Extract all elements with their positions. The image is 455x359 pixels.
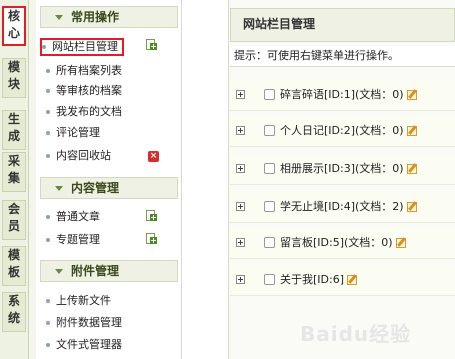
section-header-common[interactable]: 常用操作: [40, 6, 178, 28]
tab-members[interactable]: 会员: [2, 200, 26, 240]
menu-item-articles[interactable]: 普通文章: [46, 208, 100, 226]
bullet-icon: [46, 215, 50, 219]
frame-gap: [29, 0, 36, 359]
column-row[interactable]: 个人日记[ID:2](文档：0): [230, 116, 455, 147]
bullet-icon: [46, 299, 50, 303]
menu-item-recycle-bin[interactable]: 内容回收站: [46, 147, 111, 165]
tab-modules[interactable]: 模块: [2, 58, 26, 98]
edit-icon[interactable]: [347, 275, 358, 285]
row-checkbox[interactable]: [264, 201, 275, 212]
tab-templates[interactable]: 模板: [2, 246, 26, 286]
row-checkbox[interactable]: [264, 274, 275, 285]
bullet-icon: [42, 45, 46, 49]
bullet-icon: [46, 154, 50, 158]
bullet-icon: [46, 69, 50, 73]
column-row[interactable]: 关于我[ID:6]: [230, 265, 455, 296]
column-label[interactable]: 碎言碎语[ID:1](文档：0): [280, 88, 404, 101]
menu-item-topics[interactable]: 专题管理: [46, 231, 100, 249]
tab-system[interactable]: 系统: [2, 292, 26, 332]
collapse-arrow-icon: [55, 185, 63, 191]
row-checkbox[interactable]: [264, 89, 275, 100]
watermark: Baidu经验: [300, 322, 412, 346]
column-label[interactable]: 相册展示[ID:3](文档：0): [280, 162, 404, 175]
column-row[interactable]: 碎言碎语[ID:1](文档：0): [230, 80, 455, 111]
add-article-icon[interactable]: +: [146, 210, 157, 222]
edit-icon[interactable]: [406, 90, 417, 100]
tree-gutter: [188, 0, 229, 359]
expand-icon[interactable]: [236, 164, 245, 173]
section-header-content[interactable]: 内容管理: [40, 177, 178, 199]
clear-recycle-icon[interactable]: ×: [148, 151, 159, 162]
menu-item-upload-file[interactable]: 上传新文件: [46, 292, 111, 310]
edit-icon[interactable]: [395, 238, 406, 248]
expand-icon[interactable]: [236, 202, 245, 211]
hint-text: 提示：可使用右键菜单进行操作。: [230, 46, 455, 67]
menu-item-attachment-data[interactable]: 附件数据管理: [46, 314, 122, 332]
column-label[interactable]: 个人日记[ID:2](文档：0): [280, 124, 404, 137]
column-label[interactable]: 留言板[ID:5](文档：0): [280, 236, 393, 249]
tab-collect[interactable]: 采集: [2, 152, 26, 192]
edit-icon[interactable]: [406, 126, 417, 136]
tab-generate[interactable]: 生成: [2, 110, 26, 150]
module-tab-strip: 核心 模块 生成 采集 会员 模板 系统: [0, 0, 29, 359]
collapse-arrow-icon: [55, 14, 63, 20]
expand-icon[interactable]: [236, 126, 245, 135]
expand-icon[interactable]: [236, 238, 245, 247]
menu-item-site-columns[interactable]: 网站栏目管理: [40, 38, 124, 56]
menu-item-comments[interactable]: 评论管理: [46, 124, 100, 142]
menu-item-all-archives[interactable]: 所有档案列表: [46, 62, 122, 80]
row-checkbox[interactable]: [264, 237, 275, 248]
menu-item-my-documents[interactable]: 我发布的文档: [46, 103, 122, 121]
column-label[interactable]: 关于我[ID:6]: [280, 273, 344, 286]
bullet-icon: [46, 89, 50, 93]
bullet-icon: [46, 238, 50, 242]
page-title: 网站栏目管理: [230, 8, 455, 42]
column-row[interactable]: 相册展示[ID:3](文档：0): [230, 154, 455, 185]
add-topic-icon[interactable]: +: [146, 233, 157, 245]
row-checkbox[interactable]: [264, 163, 275, 174]
menu-item-file-manager[interactable]: 文件式管理器: [46, 336, 122, 354]
bullet-icon: [46, 321, 50, 325]
column-label[interactable]: 学无止境[ID:4](文档：2): [280, 200, 404, 213]
bullet-icon: [46, 131, 50, 135]
column-row[interactable]: 留言板[ID:5](文档：0): [230, 228, 455, 259]
row-checkbox[interactable]: [264, 125, 275, 136]
edit-icon[interactable]: [406, 164, 417, 174]
edit-icon[interactable]: [406, 202, 417, 212]
column-row[interactable]: 学无止境[ID:4](文档：2): [230, 192, 455, 223]
section-header-attachments[interactable]: 附件管理: [40, 260, 178, 282]
collapse-arrow-icon: [55, 268, 63, 274]
tab-core[interactable]: 核心: [2, 6, 26, 46]
bullet-icon: [46, 110, 50, 114]
expand-icon[interactable]: [236, 275, 245, 284]
menu-item-pending-archives[interactable]: 等审核的档案: [46, 82, 122, 100]
sidebar-menu: 常用操作 网站栏目管理 + 所有档案列表 等审核的档案 我发布的文档 评论管理 …: [36, 0, 182, 359]
expand-icon[interactable]: [236, 90, 245, 99]
bullet-icon: [46, 343, 50, 347]
add-column-icon[interactable]: +: [146, 39, 157, 51]
